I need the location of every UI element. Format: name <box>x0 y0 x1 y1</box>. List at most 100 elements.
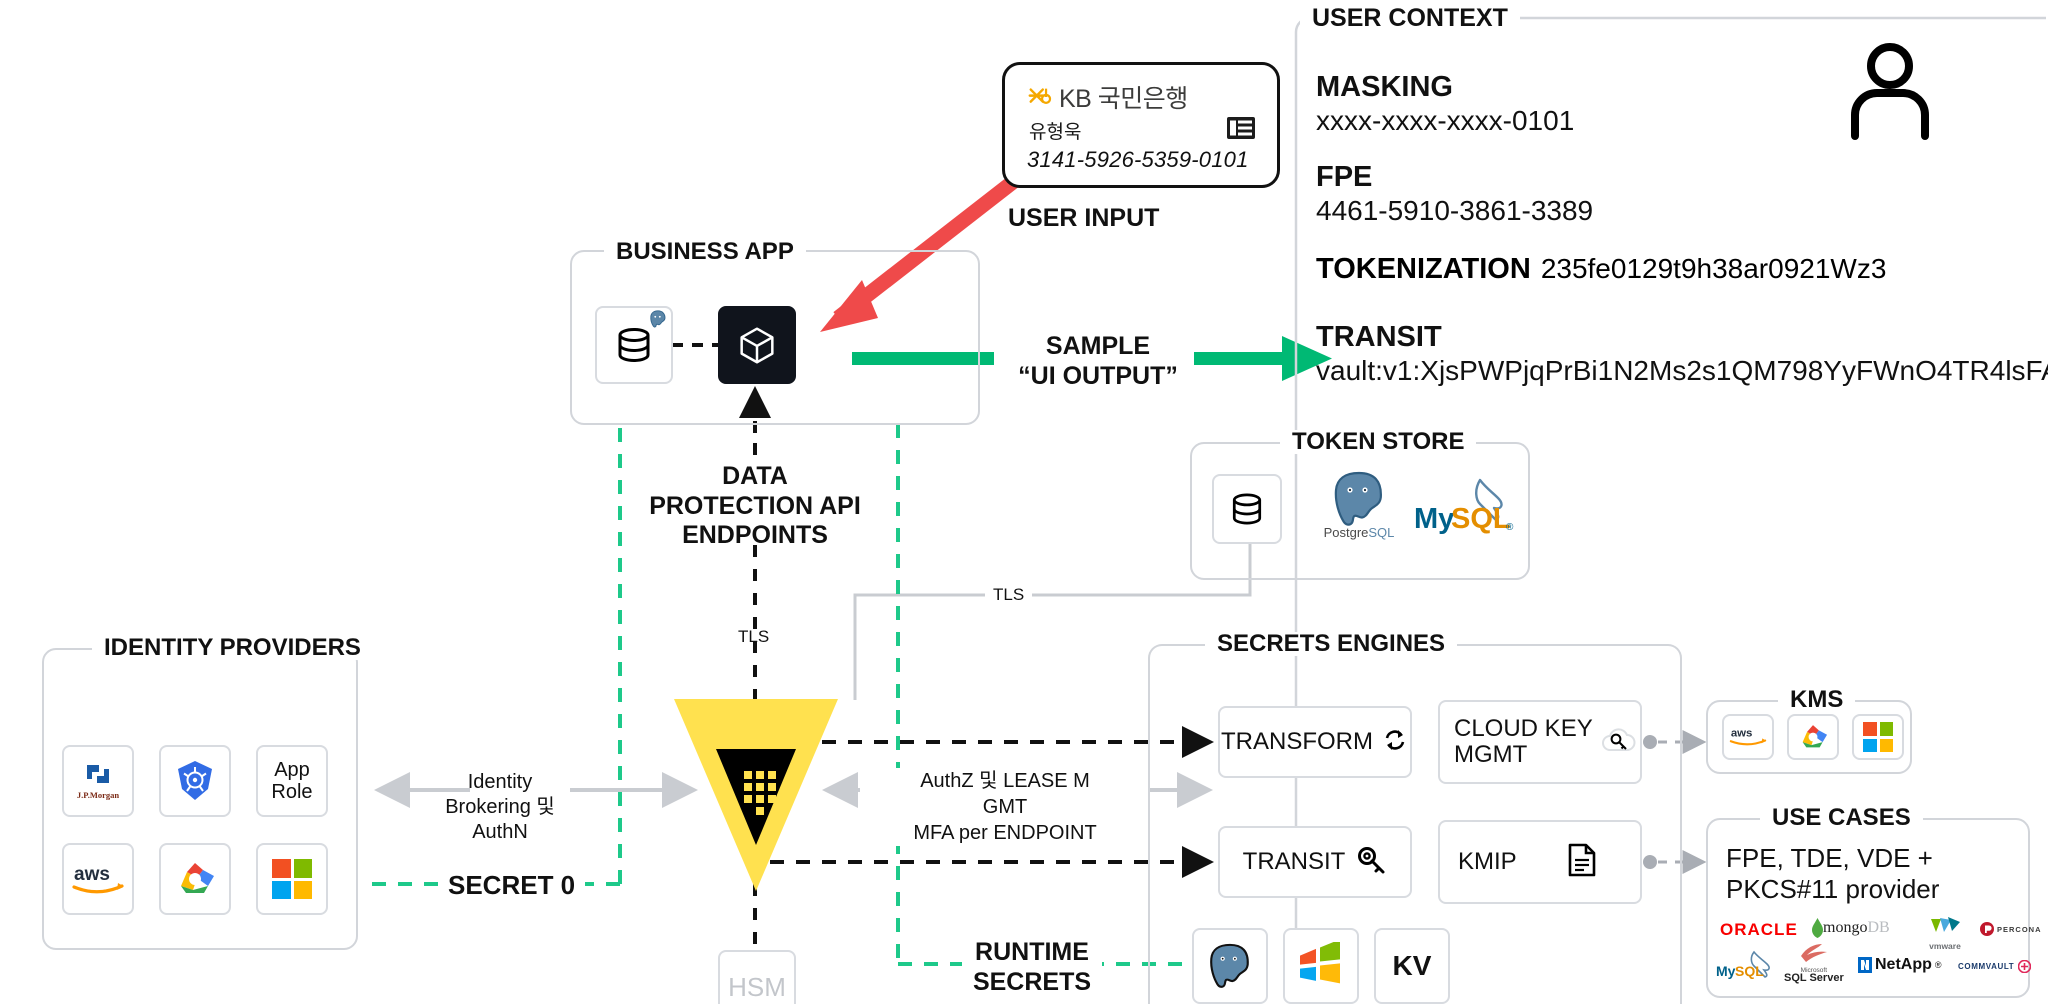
commvault-logo: COMMVAULT <box>1958 960 2032 973</box>
user-input-label: USER INPUT <box>1008 204 1160 232</box>
kb-logo-icon <box>1027 84 1053 110</box>
kms-tile-aws[interactable]: aws <box>1722 714 1774 760</box>
identity-providers-title: IDENTITY PROVIDERS <box>92 636 373 660</box>
business-app-cube-tile[interactable] <box>718 306 796 384</box>
aws-logo: aws <box>72 864 124 894</box>
transform-label: TRANSFORM <box>1221 727 1373 755</box>
svg-text:SQL: SQL <box>1735 963 1764 979</box>
postgresql-elephant-icon <box>647 309 669 336</box>
idp-tile-jpmorgan[interactable]: J.P.Morgan <box>62 745 134 817</box>
use-cases-logo-wall: ORACLE mongo DB vmware PERCONA My SQL Mi… <box>1716 916 2041 992</box>
hsm-tile: HSM <box>718 950 796 1004</box>
use-cases-title: USE CASES <box>1760 806 1923 830</box>
user-context-title: USER CONTEXT <box>1300 6 1520 31</box>
google-cloud-logo <box>1802 725 1828 748</box>
kms-tile-microsoft[interactable] <box>1852 714 1904 760</box>
masking-value: xxxx-xxxx-xxxx-0101 <box>1316 105 1575 136</box>
business-app-db-tile[interactable] <box>595 306 673 384</box>
idp-tile-aws[interactable]: aws <box>62 843 134 915</box>
token-store-db-tile[interactable] <box>1212 474 1282 544</box>
diagram-canvas: KB 국민은행 유형욱 3141-5926-5359-0101 USER INP… <box>0 0 2048 1004</box>
use-cases-text-line1: FPE, TDE, VDE + <box>1726 843 1933 873</box>
vault-logo <box>672 697 840 893</box>
kms-title: KMS <box>1778 688 1856 712</box>
secret-zero-label: SECRET 0 <box>438 870 586 901</box>
percona-logo: PERCONA <box>1980 922 2042 936</box>
storage-tile-postgresql[interactable] <box>1192 928 1268 1004</box>
google-cloud-logo <box>181 863 214 893</box>
database-icon <box>1232 493 1262 525</box>
runtime-secrets-label: RUNTIME SECRETS <box>962 938 1102 997</box>
vmware-logo: vmware <box>1928 916 1962 951</box>
svg-text:®: ® <box>1506 522 1514 533</box>
storage-tile-kv[interactable]: KV <box>1374 928 1450 1004</box>
fpe-value: 4461-5910-3861-3389 <box>1316 195 1594 226</box>
microsoft-logo <box>272 859 312 899</box>
sqlserver-logo: Microsoft SQL Server <box>1784 942 1844 984</box>
svg-text:aws: aws <box>1731 727 1753 739</box>
tls-horizontal-label: TLS <box>985 585 1033 606</box>
windows-logo <box>1300 942 1340 984</box>
transit-engine-label: TRANSIT <box>1242 847 1346 875</box>
svg-text:SQL: SQL <box>1451 503 1511 535</box>
refresh-icon <box>1381 726 1409 759</box>
idp-tile-gcp[interactable] <box>159 843 231 915</box>
svg-text:My: My <box>1716 963 1736 979</box>
jpmorgan-logo: J.P.Morgan <box>77 763 119 800</box>
identity-brokering-label: Identity Brokering 및 AuthN <box>445 771 555 843</box>
postgresql-logo <box>1210 943 1249 988</box>
netapp-logo: NetApp ® <box>1858 956 1942 974</box>
mysql-logo: My SQL <box>1716 950 1780 985</box>
engine-transit[interactable]: TRANSIT <box>1218 826 1412 898</box>
mongodb-logo: mongo DB <box>1812 918 1890 938</box>
card-number: 3141-5926-5359-0101 <box>1027 147 1249 172</box>
engine-kmip[interactable]: KMIP <box>1438 820 1642 904</box>
transit-value: vault:v1:XjsPWPjqPrBi1N2Ms2s1QM798YyFWnO… <box>1316 355 2048 386</box>
engine-transform[interactable]: TRANSFORM <box>1218 706 1412 778</box>
fpe-label: FPE <box>1316 161 1373 193</box>
cube-icon <box>740 327 774 364</box>
kmip-label: KMIP <box>1458 847 1517 875</box>
postgresql-logo-text-blue: SQL <box>1368 525 1395 540</box>
postgresql-logo: PostgreSQL <box>1315 470 1403 552</box>
aws-logo: aws <box>1729 727 1767 746</box>
sample-line-1: SAMPLE <box>1045 332 1151 360</box>
cloud-key-icon <box>1599 723 1637 762</box>
sample-output-arrow-right <box>1194 336 1332 381</box>
approle-label: App Role <box>271 759 313 803</box>
tokenization-label: TOKENIZATION <box>1316 253 1531 285</box>
kubernetes-logo <box>178 761 212 800</box>
sample-line-2: “UI OUTPUT” <box>1018 361 1178 390</box>
authz-lease-label: AuthZ 및 LEASE M GMT MFA per ENDPOINT <box>860 768 1150 846</box>
card-holder-name: 유형욱 <box>1029 122 1082 143</box>
masking-label: MASKING <box>1316 71 1453 103</box>
avatar <box>1840 40 1940 145</box>
data-protection-api-label: DATA PROTECTION API ENDPOINTS <box>649 462 861 549</box>
token-store-title: TOKEN STORE <box>1280 430 1477 454</box>
sample-output-label: SAMPLE “UI OUTPUT” <box>1000 332 1196 391</box>
key-icon <box>1355 844 1387 881</box>
kb-brand: KB 국민은행 <box>1027 79 1188 115</box>
tokenization-value: 235fe0129t9h38ar0921Wz3 <box>1540 253 1887 284</box>
idp-tile-kubernetes[interactable] <box>159 745 231 817</box>
tokenization-row: TOKENIZATION 235fe0129t9h38ar0921Wz3 <box>1316 253 1886 286</box>
business-app-title: BUSINESS APP <box>604 240 806 264</box>
svg-text:aws: aws <box>74 864 110 885</box>
chip-icon <box>1227 117 1255 139</box>
secrets-engines-title: SECRETS ENGINES <box>1205 632 1458 656</box>
mysql-logo: My SQL ® <box>1414 476 1522 546</box>
kb-brand-text: KB 국민은행 <box>1059 85 1188 113</box>
hsm-label: HSM <box>728 971 786 1002</box>
idp-tile-approle[interactable]: App Role <box>256 745 328 817</box>
kms-tile-gcp[interactable] <box>1787 714 1839 760</box>
kv-label: KV <box>1392 949 1432 981</box>
tls-vertical-label: TLS <box>738 627 770 646</box>
credit-card: KB 국민은행 유형욱 3141-5926-5359-0101 <box>1002 62 1280 188</box>
idp-tile-microsoft[interactable] <box>256 843 328 915</box>
storage-tile-windows[interactable] <box>1283 928 1359 1004</box>
document-icon <box>1567 843 1597 882</box>
engine-cloud-key-mgmt[interactable]: CLOUD KEY MGMT <box>1438 700 1642 784</box>
postgresql-logo-text-dark: Postgre <box>1323 525 1369 540</box>
use-cases-text-line2: PKCS#11 provider <box>1726 874 1940 904</box>
transit-label: TRANSIT <box>1316 321 1442 353</box>
